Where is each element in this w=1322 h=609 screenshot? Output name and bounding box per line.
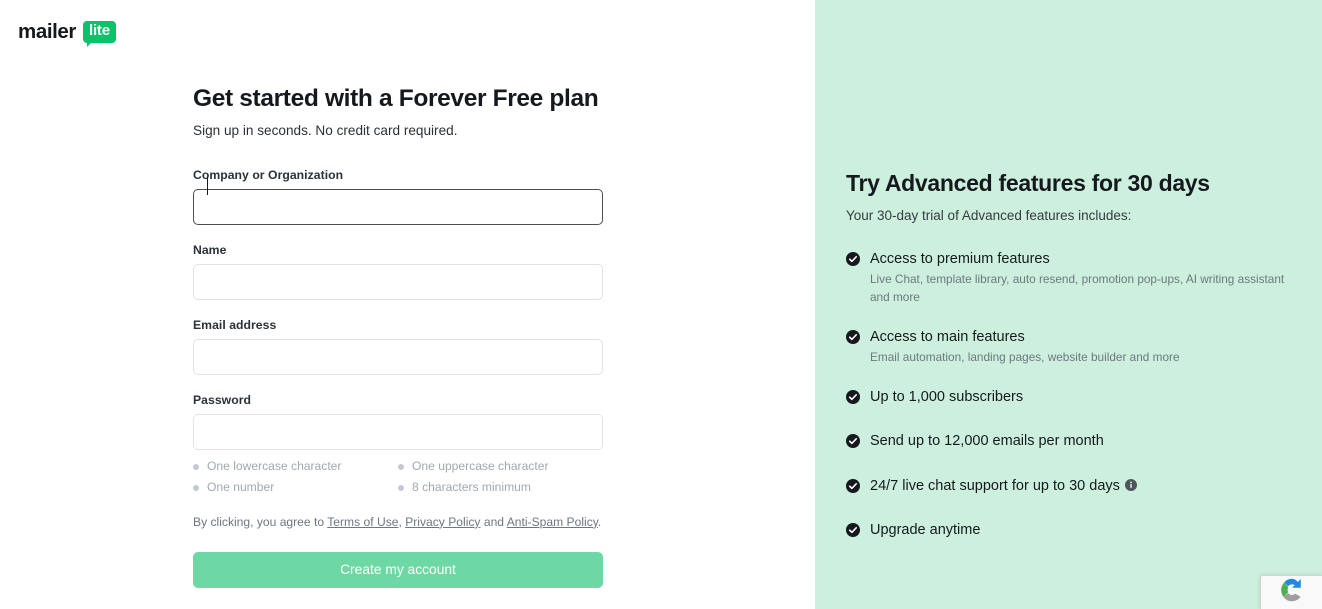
legal-sep2: and: [480, 514, 507, 529]
text-caret: [207, 176, 208, 195]
password-rule: 8 characters minimum: [398, 481, 603, 494]
label-email: Email address: [193, 317, 277, 332]
list-item: Upgrade anytime: [846, 521, 1306, 539]
field-email: Email address: [193, 318, 603, 375]
logo-wordmark: mailer: [18, 19, 76, 43]
email-input[interactable]: [193, 338, 603, 375]
privacy-policy-link[interactable]: Privacy Policy: [405, 515, 480, 529]
password-requirements: One lowercase character One uppercase ch…: [193, 459, 603, 503]
check-circle-icon: [846, 390, 860, 405]
password-rule: One number: [193, 481, 398, 494]
feature-title: Access to premium features: [870, 251, 1050, 268]
list-item: Access to premium features Live Chat, te…: [846, 250, 1306, 305]
password-rule: One uppercase character: [398, 459, 603, 473]
field-name: Name: [193, 243, 603, 300]
feature-title: Send up to 12,000 emails per month: [870, 433, 1104, 450]
promo-subtitle: Your 30-day trial of Advanced features i…: [846, 207, 1132, 223]
info-icon[interactable]: [1124, 478, 1137, 491]
signup-page: mailer lite Get started with a Forever F…: [0, 0, 1322, 609]
anti-spam-policy-link[interactable]: Anti-Spam Policy: [507, 515, 598, 529]
password-input[interactable]: [193, 413, 603, 450]
legal-suffix: .: [597, 514, 602, 529]
feature-title: Access to main features: [870, 328, 1025, 345]
password-rule: One lowercase character: [193, 459, 398, 473]
feature-description: Email automation, landing pages, website…: [870, 349, 1180, 364]
list-item: Access to main features Email automation…: [846, 328, 1306, 366]
check-circle-icon: [846, 478, 860, 493]
legal-text: By clicking, you agree to Terms of Use, …: [193, 514, 603, 531]
page-subtitle: Sign up in seconds. No credit card requi…: [193, 122, 458, 138]
page-title: Get started with a Forever Free plan: [193, 85, 599, 112]
label-name: Name: [193, 242, 227, 257]
logo-badge: lite: [83, 21, 116, 47]
mailerlite-logo[interactable]: mailer lite: [18, 19, 116, 47]
recaptcha-badge[interactable]: [1260, 575, 1322, 609]
label-company: Company or Organization: [193, 167, 344, 182]
list-item: Up to 1,000 subscribers: [846, 388, 1306, 406]
feature-title: 24/7 live chat support for up to 30 days: [870, 477, 1120, 494]
check-circle-icon: [846, 329, 860, 344]
feature-title: Upgrade anytime: [870, 521, 981, 538]
promo-content: Try Advanced features for 30 days Your 3…: [846, 170, 1306, 539]
create-account-button[interactable]: Create my account: [193, 551, 603, 588]
promo-panel: Try Advanced features for 30 days Your 3…: [815, 0, 1322, 609]
feature-list: Access to premium features Live Chat, te…: [846, 250, 1306, 539]
check-circle-icon: [846, 252, 860, 267]
name-input[interactable]: [193, 263, 603, 300]
field-password: Password: [193, 393, 603, 450]
list-item: Send up to 12,000 emails per month: [846, 432, 1306, 450]
legal-prefix: By clicking, you agree to: [193, 514, 328, 529]
label-password: Password: [193, 392, 251, 407]
feature-description: Live Chat, template library, auto resend…: [870, 272, 1285, 304]
company-input[interactable]: [193, 188, 603, 225]
promo-title: Try Advanced features for 30 days: [846, 170, 1210, 196]
check-circle-icon: [846, 522, 860, 537]
feature-title: Up to 1,000 subscribers: [870, 389, 1024, 406]
check-circle-icon: [846, 434, 860, 449]
recaptcha-logo-icon: [1277, 575, 1307, 609]
terms-of-use-link[interactable]: Terms of Use: [327, 515, 398, 529]
field-company: Company or Organization: [193, 168, 603, 225]
list-item: 24/7 live chat support for up to 30 days: [846, 477, 1306, 495]
signup-form: Get started with a Forever Free plan Sig…: [193, 84, 603, 588]
